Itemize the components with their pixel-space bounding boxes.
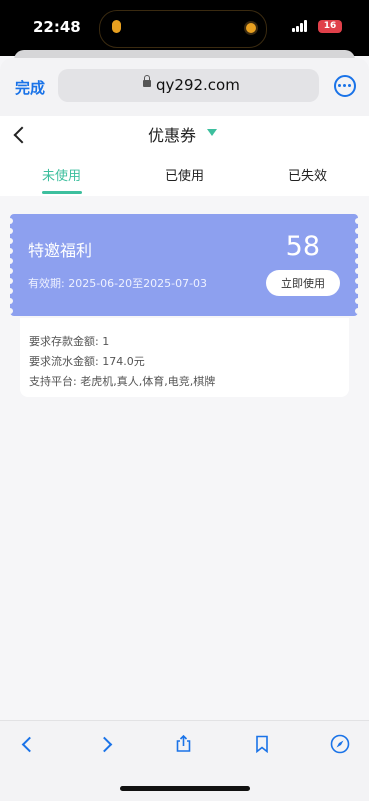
coupon-notch <box>355 308 361 314</box>
address-bar[interactable]: qy292.com <box>58 69 319 102</box>
home-indicator <box>120 786 250 791</box>
deposit-requirement: 要求存款金额: 1 <box>29 335 110 348</box>
coupon-notch <box>7 268 13 274</box>
bookmarks-icon[interactable] <box>255 735 269 753</box>
microphone-icon <box>112 20 121 33</box>
dynamic-island <box>99 10 267 48</box>
battery-icon: 16 <box>318 20 342 33</box>
compass-icon[interactable] <box>330 734 350 754</box>
coupon-notch <box>355 218 361 224</box>
tab-used[interactable]: 已使用 <box>165 165 204 184</box>
done-button[interactable]: 完成 <box>15 77 45 98</box>
coupon-notch <box>355 278 361 284</box>
coupon-details: 要求存款金额: 1 要求流水金额: 174.0元 支持平台: 老虎机,真人,体育… <box>20 318 349 397</box>
signal-icon <box>292 20 310 32</box>
coupon-validity: 有效期: 2025-06-20至2025-07-03 <box>28 277 208 290</box>
coupon-notch <box>7 258 13 264</box>
url-text: qy292.com <box>156 76 240 94</box>
browser-bar: 完成 qy292.com <box>0 58 369 116</box>
caret-down-icon[interactable] <box>207 129 217 136</box>
back-arrow-icon[interactable] <box>21 736 38 753</box>
coupon-notch <box>7 308 13 314</box>
supported-platforms: 支持平台: 老虎机,真人,体育,电竞,棋牌 <box>29 375 216 388</box>
coupon-notch <box>7 238 13 244</box>
forward-arrow-icon[interactable] <box>96 736 113 753</box>
coupon-notch <box>7 228 13 234</box>
lock-icon <box>143 75 151 87</box>
active-tab-indicator <box>42 191 82 194</box>
coupon-notch <box>355 258 361 264</box>
coupon-notch <box>7 248 13 254</box>
coupon-name: 特邀福利 <box>28 241 93 260</box>
coupon-notch <box>7 278 13 284</box>
status-time: 22:48 <box>33 18 81 36</box>
coupon-notch <box>355 288 361 294</box>
tab-expired[interactable]: 已失效 <box>288 165 327 184</box>
coupon-notch <box>355 228 361 234</box>
more-options-icon[interactable] <box>334 75 356 97</box>
coupon-amount: 58 <box>285 231 320 262</box>
share-icon[interactable] <box>176 735 191 752</box>
coupon-notch <box>355 298 361 304</box>
coupon-right-edge <box>355 214 361 316</box>
use-now-button[interactable]: 立即使用 <box>266 270 340 296</box>
coupon-left-edge <box>7 214 13 316</box>
coupon-notch <box>7 298 13 304</box>
coupon-notch <box>7 218 13 224</box>
coupon-notch <box>355 238 361 244</box>
turnover-requirement: 要求流水金额: 174.0元 <box>29 355 145 368</box>
page-title[interactable]: 优惠券 <box>148 122 196 146</box>
camera-indicator-icon <box>246 23 256 33</box>
coupon-notch <box>355 248 361 254</box>
status-bar: 22:48 16 <box>0 0 369 56</box>
page-header: 优惠券 未使用 已使用 已失效 <box>0 116 369 196</box>
coupon-card: 特邀福利 58 有效期: 2025-06-20至2025-07-03 立即使用 <box>7 214 361 316</box>
coupon-notch <box>355 268 361 274</box>
tab-unused[interactable]: 未使用 <box>42 165 81 184</box>
coupon-notch <box>7 288 13 294</box>
back-icon[interactable] <box>13 126 31 144</box>
